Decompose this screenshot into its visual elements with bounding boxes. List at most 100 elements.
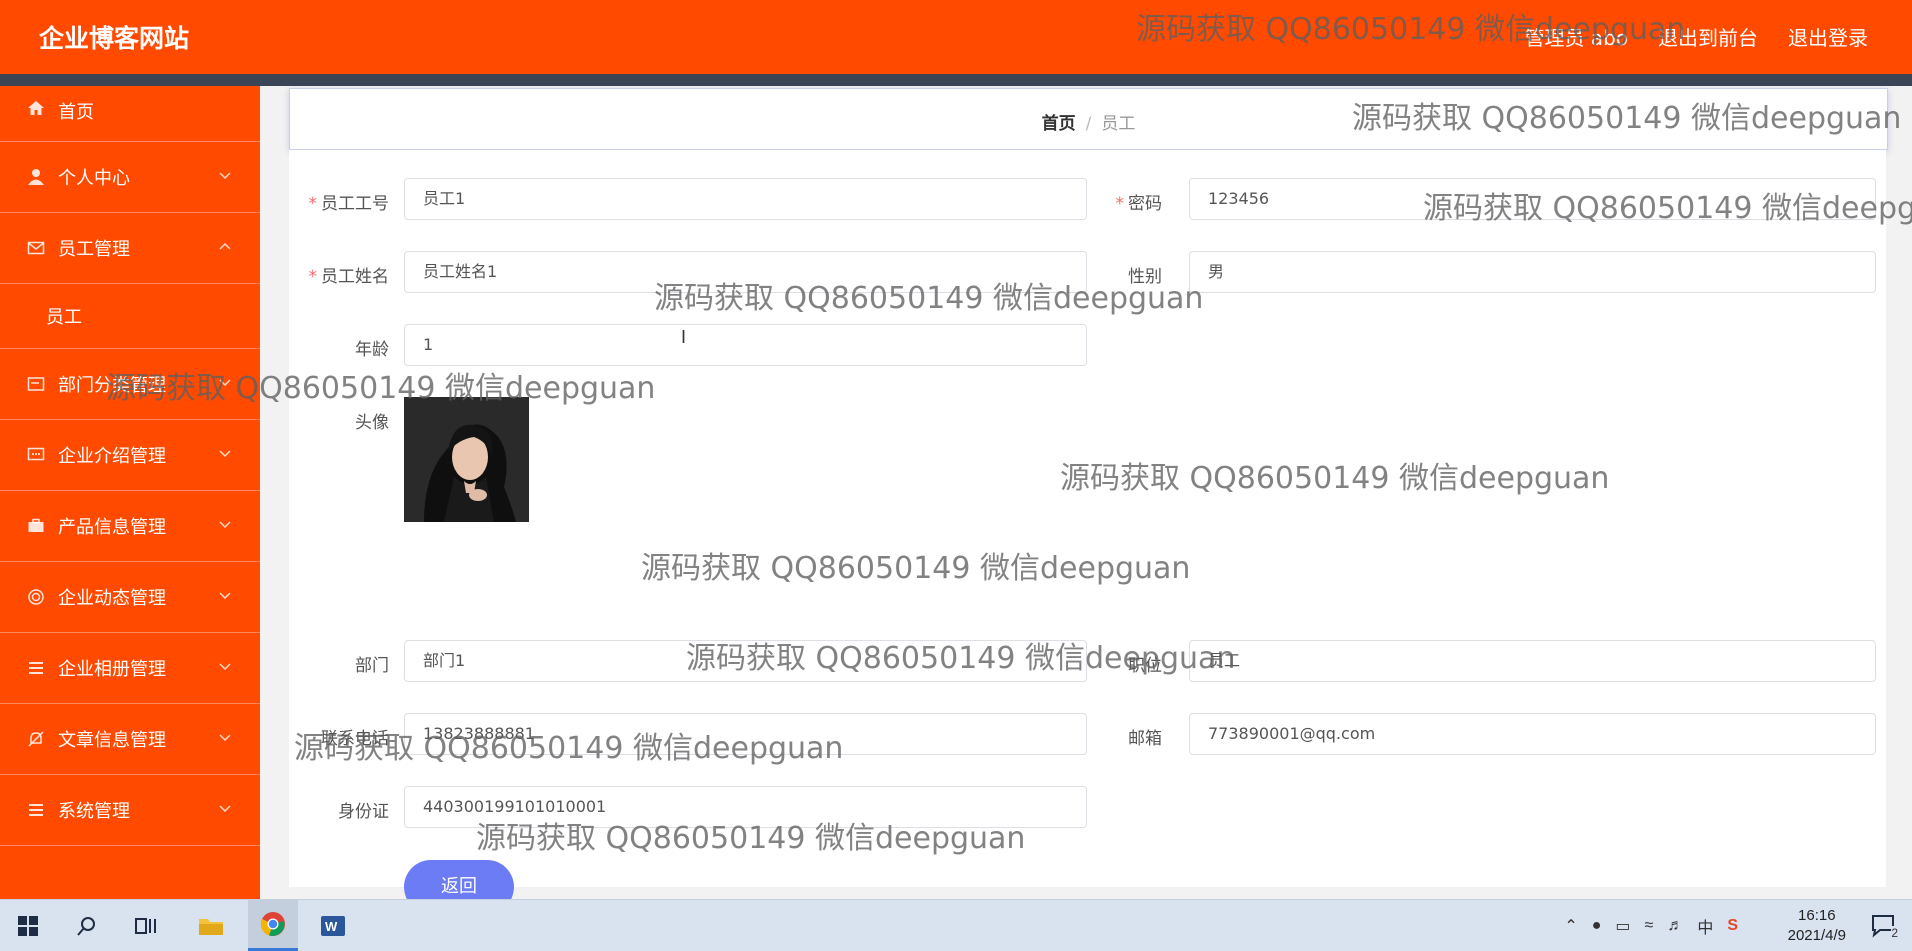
dept-label: 部门 [355,656,389,676]
home-icon [26,98,46,118]
clock-time: 16:16 [1798,907,1836,924]
sidebar-item-label: 企业相册管理 [58,659,166,680]
sidebar-item-label: 个人中心 [58,168,130,189]
top-header: 企业博客网站 管理员 abo 退出到前台 退出登录 [0,0,1912,74]
required-asterisk: * [308,267,318,287]
required-asterisk: * [1115,194,1125,214]
bell-off-icon [26,729,46,749]
briefcase-icon [26,516,46,536]
exit-to-front-link[interactable]: 退出到前台 [1658,22,1758,51]
sidebar-item-product[interactable]: 产品信息管理 [0,491,260,562]
breadcrumb-home[interactable]: 首页 [1042,114,1076,134]
word-button[interactable]: W [308,900,358,951]
search-button[interactable] [62,900,112,951]
qq-icon[interactable]: ● [1592,917,1602,935]
sidebar-item-company-news[interactable]: 企业动态管理 [0,562,260,633]
sidebar-item-profile[interactable]: 个人中心 [0,142,260,213]
clock[interactable]: 16:16 2021/4/9 [1788,906,1846,946]
ime-indicator[interactable]: 中 [1697,914,1713,938]
password-label: * 密码 [1115,194,1163,214]
task-view-button[interactable] [121,900,171,951]
age-label: 年龄 [355,340,389,360]
text-cursor-icon: I [681,327,687,347]
position-field[interactable]: 员工 [1189,640,1876,682]
list-icon [26,800,46,820]
admin-user-label[interactable]: 管理员 abo [1524,22,1628,51]
notification-center-button[interactable]: 2 [1870,912,1898,940]
chevron-down-icon [219,172,231,180]
sidebar-item-home[interactable]: 首页 [0,86,260,142]
breadcrumb-separator: / [1085,114,1092,134]
chevron-down-icon [219,805,231,813]
circle-icon [26,587,46,607]
sidebar-subitem-label: 员工 [46,307,82,328]
list-icon [26,658,46,678]
wifi-icon[interactable]: ≈ [1645,917,1654,935]
folder-icon [199,918,223,935]
chevron-down-icon [219,734,231,742]
dept-field[interactable]: 部门1 [404,640,1087,682]
sidebar-subitem-employee[interactable]: 员工 [0,284,260,349]
chevron-up-icon [219,242,231,250]
battery-icon[interactable]: ▭ [1615,916,1630,936]
emp-no-field[interactable]: 员工1 [404,178,1087,220]
windows-taskbar: W ⌃ ● ▭ ≈ ♬ 中 S 16:16 2021/4/9 2 [0,899,1912,951]
avatar-label: 头像 [355,413,389,433]
idcard-label: 身份证 [338,802,389,822]
sidebar-item-employee-mgmt[interactable]: 员工管理 [0,213,260,284]
gender-field[interactable]: 男 [1189,251,1876,293]
sogou-icon[interactable]: S [1727,917,1738,935]
chevron-down-icon [219,379,231,387]
sidebar-item-album[interactable]: 企业相册管理 [0,633,260,704]
svg-text:W: W [325,919,338,934]
breadcrumb-card: 首页 / 员工 [289,88,1888,150]
breadcrumb-current: 员工 [1101,114,1136,134]
chevron-down-icon [219,450,231,458]
start-button[interactable] [3,900,53,951]
password-field[interactable]: 123456 [1189,178,1876,220]
chevron-down-icon [219,592,231,600]
avatar[interactable] [404,397,529,522]
chevron-up-icon[interactable]: ⌃ [1564,916,1577,936]
sidebar-item-label: 产品信息管理 [58,517,166,538]
file-explorer-button[interactable] [186,900,236,951]
required-asterisk: * [308,194,318,214]
sidebar-item-label: 企业介绍管理 [58,446,166,467]
emp-no-label: * 员工工号 [308,194,390,214]
chevron-down-icon [219,663,231,671]
clock-date: 2021/4/9 [1787,927,1846,944]
breadcrumb: 首页 / 员工 [290,109,1887,134]
word-icon: W [321,915,345,936]
sidebar-item-label: 首页 [58,102,94,123]
sidebar-item-company-intro[interactable]: 企业介绍管理 [0,420,260,491]
sidebar-item-label: 文章信息管理 [58,730,166,751]
sidebar-item-articles[interactable]: 文章信息管理 [0,704,260,775]
mail-icon [26,238,46,258]
phone-field[interactable]: 13823888881 [404,713,1087,755]
sidebar: 首页 个人中心 员工管理 员工 部门分类管理 企业介绍管理 产品信息管理 企业动… [0,86,260,899]
sidebar-item-department[interactable]: 部门分类管理 [0,349,260,420]
user-icon [26,167,46,187]
idcard-field[interactable]: 440300199101010001 [404,786,1087,828]
chrome-button[interactable] [248,900,298,951]
email-label: 邮箱 [1128,729,1162,749]
main-content: 首页 / 员工 * 员工工号 员工1 * 密码 123456 * 员工姓名 员工姓名1 性… [260,86,1912,914]
sidebar-item-system[interactable]: 系统管理 [0,775,260,846]
name-field[interactable]: 员工姓名1 [404,251,1087,293]
name-label: * 员工姓名 [308,267,390,287]
card-icon [26,374,46,394]
position-label: 职位 [1128,656,1162,676]
site-title: 企业博客网站 [39,24,190,53]
email-field[interactable]: 773890001@qq.com [1189,713,1876,755]
windows-icon [18,915,38,936]
volume-icon[interactable]: ♬ [1667,917,1683,935]
task-view-icon [135,917,156,934]
search-icon [77,916,95,936]
chevron-down-icon [219,521,231,529]
sidebar-item-label: 系统管理 [58,801,130,822]
phone-label: 联系电话 [321,729,389,749]
notification-count: 2 [1891,926,1898,940]
age-field[interactable]: 1 [404,324,1087,366]
logout-link[interactable]: 退出登录 [1788,22,1868,51]
chat-icon [26,445,46,465]
